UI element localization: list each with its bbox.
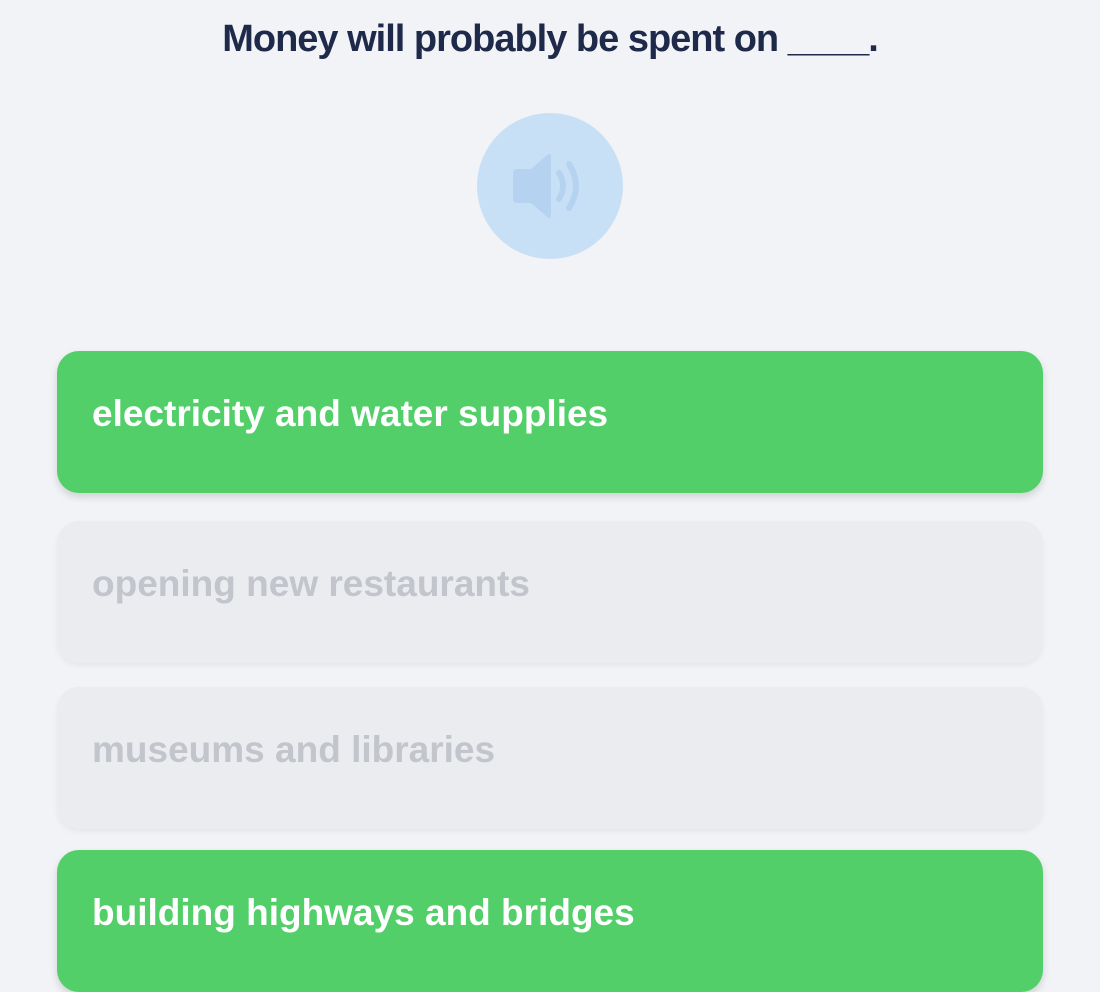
answer-option-highways-bridges[interactable]: building highways and bridges — [57, 850, 1043, 992]
answer-option-label: opening new restaurants — [92, 563, 530, 604]
answer-option-restaurants[interactable]: opening new restaurants — [57, 521, 1043, 663]
play-audio-button[interactable] — [477, 113, 623, 259]
question-text: Money will probably be spent on ____. — [222, 18, 879, 60]
answer-option-label: building highways and bridges — [92, 892, 635, 933]
answer-option-museums-libraries[interactable]: museums and libraries — [57, 687, 1043, 829]
speaker-icon — [513, 153, 579, 219]
answer-option-label: electricity and water supplies — [92, 393, 609, 434]
answer-option-electricity-water[interactable]: electricity and water supplies — [57, 351, 1043, 493]
answer-option-label: museums and libraries — [92, 729, 496, 770]
